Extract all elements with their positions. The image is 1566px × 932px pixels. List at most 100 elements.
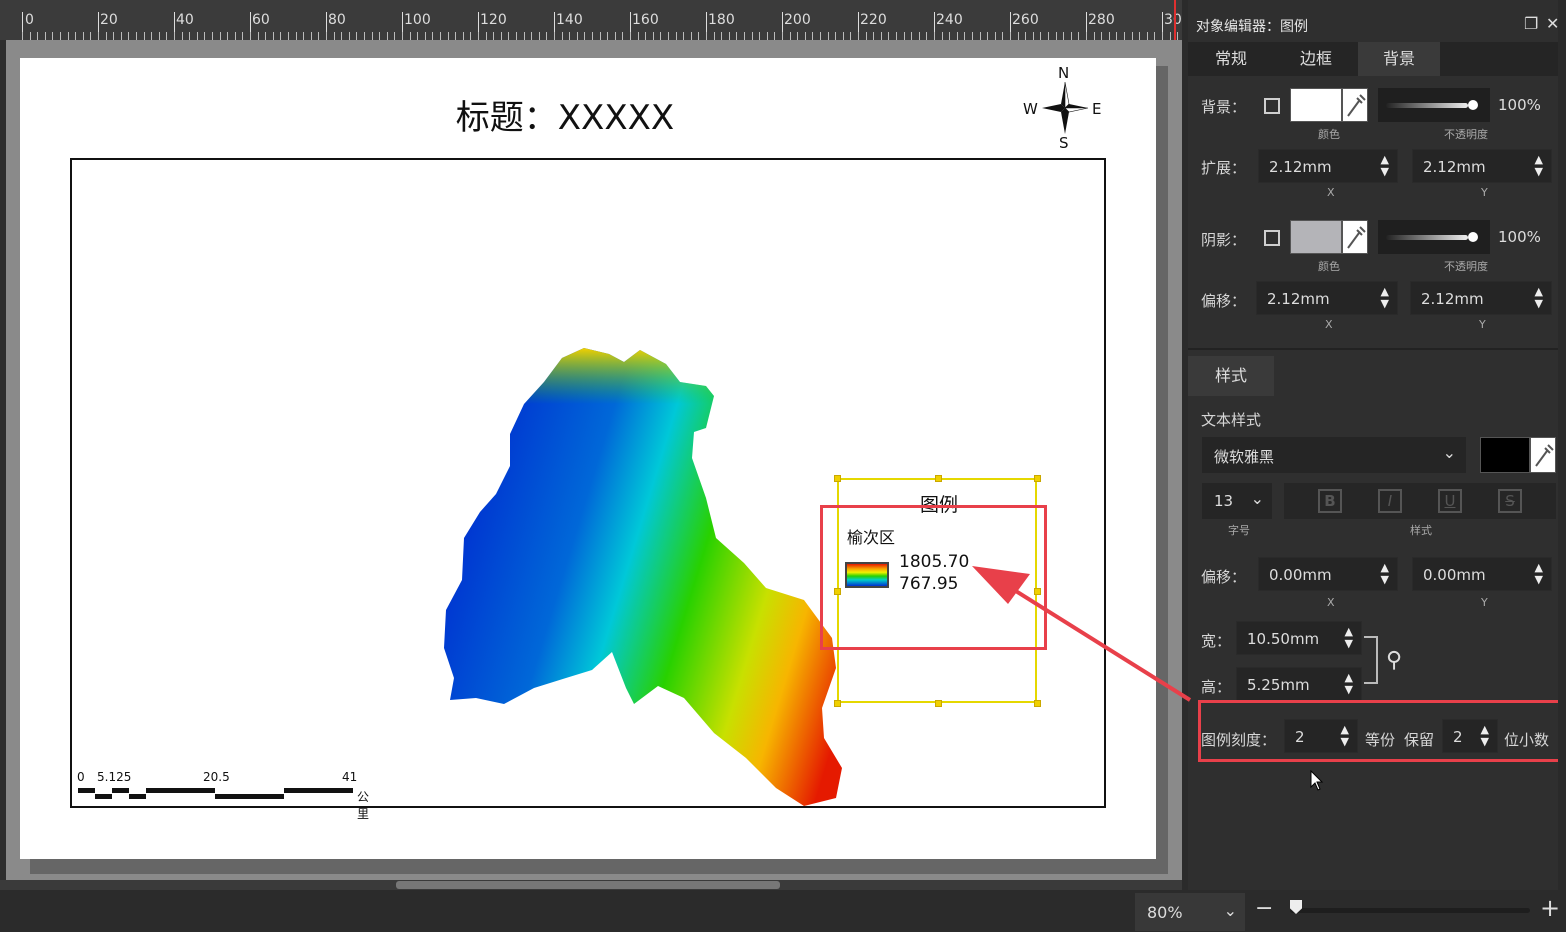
chevron-down-icon: ⌄ bbox=[1442, 443, 1456, 462]
italic-button[interactable]: I bbox=[1378, 489, 1402, 513]
ruler-tick bbox=[1109, 32, 1110, 40]
scrollbar-thumb[interactable] bbox=[396, 881, 780, 889]
ruler-tick bbox=[850, 32, 851, 40]
spinner-icon[interactable]: ▲ ▼ bbox=[1535, 286, 1543, 310]
ruler-tick bbox=[622, 32, 623, 40]
ruler-tick bbox=[128, 32, 129, 40]
font-size-value: 13 bbox=[1214, 492, 1234, 510]
map-title[interactable]: 标题：XXXXX bbox=[20, 90, 1150, 139]
spinner-icon[interactable]: ▲ ▼ bbox=[1535, 562, 1543, 586]
zoom-select[interactable]: 80% ⌄ bbox=[1135, 893, 1245, 931]
ruler-tick bbox=[630, 32, 631, 40]
layout-canvas[interactable]: 0 20 40 60 80 100 120 140 160 180 200 22… bbox=[0, 0, 1182, 890]
ruler-tick bbox=[265, 32, 266, 40]
ruler-tick bbox=[372, 32, 373, 40]
ruler-tick bbox=[463, 32, 464, 40]
ruler-tick bbox=[1018, 32, 1019, 40]
background-eyedropper[interactable] bbox=[1342, 88, 1368, 122]
resize-handle[interactable] bbox=[834, 700, 841, 707]
tab-general[interactable]: 常规 bbox=[1188, 42, 1274, 76]
style-caption: 样式 bbox=[1410, 524, 1432, 537]
resize-handle[interactable] bbox=[935, 700, 942, 707]
underline-button[interactable]: U bbox=[1438, 489, 1462, 513]
background-checkbox[interactable] bbox=[1264, 98, 1280, 114]
resize-handle[interactable] bbox=[935, 475, 942, 482]
spinner-icon[interactable]: ▲ ▼ bbox=[1381, 154, 1389, 178]
ruler-tick bbox=[311, 32, 312, 40]
ruler-tick bbox=[957, 32, 958, 40]
shadow-label: 阴影： bbox=[1201, 231, 1247, 249]
extend-x-input[interactable]: 2.12mm ▲ ▼ bbox=[1258, 149, 1398, 183]
ruler-tick bbox=[866, 32, 867, 40]
ruler-tick bbox=[926, 32, 927, 40]
ruler-tick bbox=[539, 32, 540, 40]
shadow-opacity-value: 100% bbox=[1498, 228, 1541, 246]
tab-border[interactable]: 边框 bbox=[1274, 42, 1358, 76]
ruler-tick bbox=[326, 32, 327, 40]
strikethrough-button[interactable]: S bbox=[1498, 489, 1522, 513]
legend-highlight-annotation bbox=[820, 505, 1047, 650]
panel-scrollbar[interactable] bbox=[1558, 0, 1566, 890]
slider-knob[interactable] bbox=[1468, 232, 1478, 242]
shadow-eyedropper[interactable] bbox=[1342, 220, 1368, 254]
ruler-tick bbox=[812, 32, 813, 40]
text-offset-y-input[interactable]: 0.00mm ▲ ▼ bbox=[1412, 557, 1552, 591]
shadow-opacity-slider[interactable] bbox=[1378, 220, 1490, 254]
extend-y-value: 2.12mm bbox=[1423, 158, 1486, 176]
ruler-tick bbox=[524, 32, 525, 40]
spinner-icon[interactable]: ▲ ▼ bbox=[1345, 672, 1353, 696]
north-arrow[interactable]: N W E S bbox=[1020, 64, 1110, 152]
spinner-icon[interactable]: ▲ ▼ bbox=[1345, 626, 1353, 650]
scale-bar[interactable]: 0 5.125 20.5 41 公里 bbox=[75, 768, 375, 821]
zoom-out-button[interactable]: − bbox=[1255, 896, 1273, 921]
background-color-swatch[interactable] bbox=[1290, 88, 1342, 122]
offset-y-input[interactable]: 2.12mm ▲ ▼ bbox=[1410, 281, 1552, 315]
background-label: 背景： bbox=[1201, 98, 1247, 116]
shadow-color-swatch[interactable] bbox=[1290, 220, 1342, 254]
ruler-tick bbox=[782, 32, 783, 40]
zoom-in-button[interactable]: + bbox=[1540, 894, 1560, 922]
shadow-checkbox[interactable] bbox=[1264, 230, 1280, 246]
ruler-tick bbox=[470, 32, 471, 40]
ruler-tick bbox=[68, 32, 69, 40]
bold-button[interactable]: B bbox=[1318, 489, 1342, 513]
ruler-tick bbox=[410, 32, 411, 40]
canvas-stage[interactable]: 标题：XXXXX N W E S 0 5.125 20.5 41 公里 图例 榆… bbox=[0, 40, 1182, 880]
layout-page[interactable]: 标题：XXXXX N W E S 0 5.125 20.5 41 公里 图例 榆… bbox=[20, 58, 1156, 859]
ruler-tick bbox=[349, 32, 350, 40]
spinner-icon[interactable]: ▲ ▼ bbox=[1381, 562, 1389, 586]
slider-knob[interactable] bbox=[1468, 100, 1478, 110]
ruler-tick bbox=[858, 32, 859, 40]
background-opacity-slider[interactable] bbox=[1378, 88, 1490, 122]
ruler-tick bbox=[592, 32, 593, 40]
height-input[interactable]: 5.25mm ▲ ▼ bbox=[1236, 667, 1362, 701]
ruler-tick bbox=[1147, 32, 1148, 40]
ruler-tick bbox=[698, 32, 699, 40]
font-family-select[interactable]: 微软雅黑 ⌄ bbox=[1202, 437, 1466, 473]
link-icon[interactable]: ⚲ bbox=[1386, 648, 1402, 673]
spinner-icon[interactable]: ▲ ▼ bbox=[1535, 154, 1543, 178]
font-size-select[interactable]: 13 ⌄ bbox=[1202, 483, 1272, 519]
ruler-tick bbox=[600, 32, 601, 40]
resize-handle[interactable] bbox=[834, 475, 841, 482]
ruler-tick bbox=[364, 32, 365, 40]
chevron-down-icon: ⌄ bbox=[1223, 901, 1237, 920]
horizontal-scrollbar[interactable] bbox=[0, 880, 1182, 890]
width-input[interactable]: 10.50mm ▲ ▼ bbox=[1236, 621, 1362, 655]
text-offset-x-input[interactable]: 0.00mm ▲ ▼ bbox=[1258, 557, 1398, 591]
ruler-tick bbox=[402, 32, 403, 40]
zoom-slider[interactable] bbox=[1290, 908, 1530, 913]
restore-icon[interactable]: ❐ bbox=[1524, 14, 1538, 33]
tab-background[interactable]: 背景 bbox=[1358, 42, 1440, 76]
resize-handle[interactable] bbox=[1034, 475, 1041, 482]
offset-x-input[interactable]: 2.12mm ▲ ▼ bbox=[1256, 281, 1398, 315]
ruler-tick bbox=[1094, 32, 1095, 40]
extend-y-input[interactable]: 2.12mm ▲ ▼ bbox=[1412, 149, 1552, 183]
dem-raster[interactable] bbox=[444, 348, 844, 808]
tab-style[interactable]: 样式 bbox=[1188, 356, 1274, 396]
font-color-eyedropper[interactable] bbox=[1530, 437, 1556, 473]
font-color-swatch[interactable] bbox=[1480, 437, 1530, 473]
ruler-tick bbox=[258, 32, 259, 40]
spinner-icon[interactable]: ▲ ▼ bbox=[1381, 286, 1389, 310]
resize-handle[interactable] bbox=[1034, 700, 1041, 707]
